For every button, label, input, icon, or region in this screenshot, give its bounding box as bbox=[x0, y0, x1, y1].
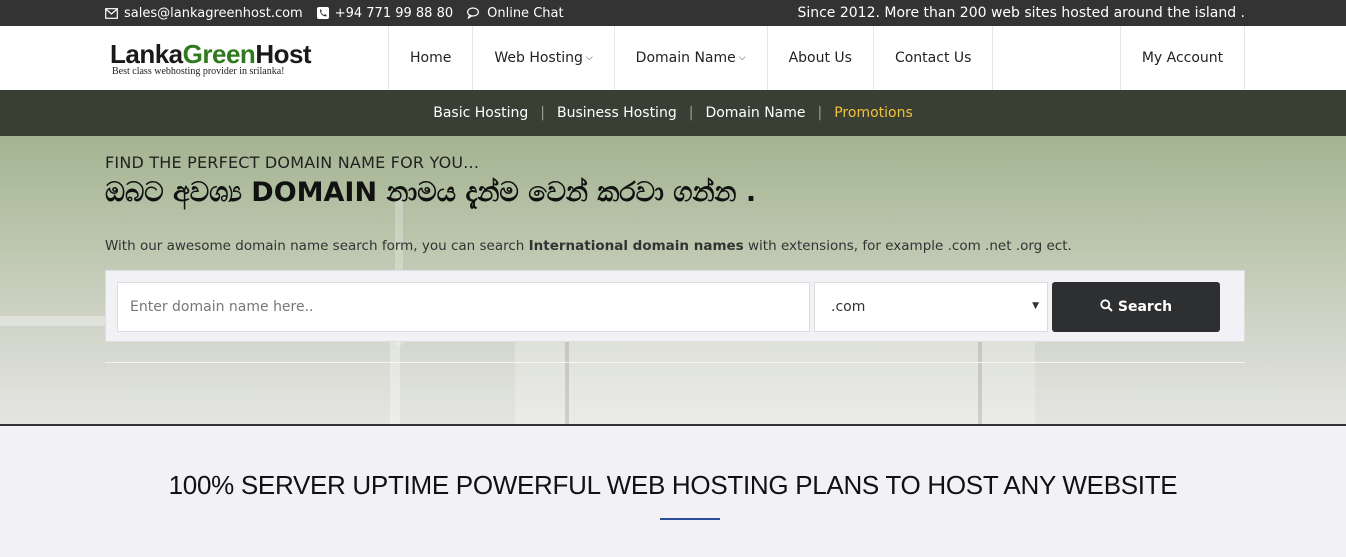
header: LankaGreenHost Best class webhosting pro… bbox=[0, 26, 1346, 90]
domain-search-input[interactable] bbox=[117, 282, 810, 332]
logo[interactable]: LankaGreenHost Best class webhosting pro… bbox=[110, 39, 312, 77]
main-nav: Home Web Hosting ⌵ Domain Name ⌵ About Us … bbox=[388, 26, 994, 90]
domain-search-form: .com ▼ Search bbox=[105, 270, 1245, 342]
hero-description: With our awesome domain name search form… bbox=[105, 238, 1072, 254]
nav-my-account[interactable]: My Account bbox=[1120, 26, 1245, 90]
tld-select[interactable]: .com ▼ bbox=[814, 282, 1048, 332]
nav-home[interactable]: Home bbox=[388, 26, 472, 90]
domain-search-hero: FIND THE PERFECT DOMAIN NAME FOR YOU... … bbox=[0, 136, 1346, 426]
sub-nav: Basic Hosting | Business Hosting | Domai… bbox=[0, 90, 1346, 136]
contact-info: sales@lankagreenhost.com +94 771 99 88 8… bbox=[105, 0, 564, 26]
nav-about-us[interactable]: About Us bbox=[766, 26, 873, 90]
online-chat-link[interactable]: Online Chat bbox=[467, 5, 564, 21]
search-button[interactable]: Search bbox=[1052, 282, 1220, 332]
chevron-down-icon: ⌵ bbox=[585, 53, 593, 63]
hosting-plans-section: 100% SERVER UPTIME POWERFUL WEB HOSTING … bbox=[0, 428, 1346, 557]
search-button-label: Search bbox=[1117, 299, 1173, 315]
subnav-promotions[interactable]: Promotions bbox=[834, 105, 913, 121]
chat-icon bbox=[467, 7, 481, 19]
email-text: sales@lankagreenhost.com bbox=[124, 5, 303, 21]
background-decoration bbox=[978, 336, 982, 424]
subnav-domain-name[interactable]: Domain Name bbox=[705, 105, 805, 121]
chat-text: Online Chat bbox=[487, 5, 564, 21]
hero-headline: ඔබට අවශ්‍ය DOMAIN නාමය දැන්ම වෙන් කරවා ග… bbox=[105, 177, 757, 208]
subnav-separator: | bbox=[540, 105, 545, 121]
email-link[interactable]: sales@lankagreenhost.com bbox=[105, 6, 303, 21]
nav-contact-us[interactable]: Contact Us bbox=[872, 26, 994, 90]
phone-link[interactable]: +94 771 99 88 80 bbox=[316, 5, 454, 21]
subnav-separator: | bbox=[817, 105, 823, 121]
chevron-down-icon: ⌵ bbox=[738, 53, 746, 63]
since-text: Since 2012. More than 200 web sites host… bbox=[797, 5, 1245, 21]
logo-tagline: Best class webhosting provider in srilan… bbox=[112, 66, 285, 77]
nav-domain-name[interactable]: Domain Name ⌵ bbox=[613, 26, 767, 90]
search-icon bbox=[1100, 298, 1113, 316]
logo-wordmark: LankaGreenHost bbox=[110, 39, 312, 69]
subnav-separator: | bbox=[688, 105, 694, 121]
background-decoration bbox=[565, 336, 569, 424]
nav-web-hosting[interactable]: Web Hosting ⌵ bbox=[472, 26, 613, 90]
subnav-business-hosting[interactable]: Business Hosting bbox=[557, 105, 677, 121]
phone-text: +94 771 99 88 80 bbox=[334, 5, 454, 21]
divider bbox=[105, 362, 1245, 363]
phone-icon bbox=[316, 7, 329, 19]
dropdown-arrow-icon: ▼ bbox=[1032, 301, 1039, 311]
hero-kicker: FIND THE PERFECT DOMAIN NAME FOR YOU... bbox=[105, 153, 480, 172]
section-title-underline bbox=[660, 518, 720, 520]
envelope-icon bbox=[105, 7, 118, 19]
top-bar: sales@lankagreenhost.com +94 771 99 88 8… bbox=[0, 0, 1346, 26]
section-title: 100% SERVER UPTIME POWERFUL WEB HOSTING … bbox=[168, 470, 1178, 500]
tld-select-value: .com bbox=[831, 299, 866, 315]
subnav-basic-hosting[interactable]: Basic Hosting bbox=[433, 105, 528, 121]
